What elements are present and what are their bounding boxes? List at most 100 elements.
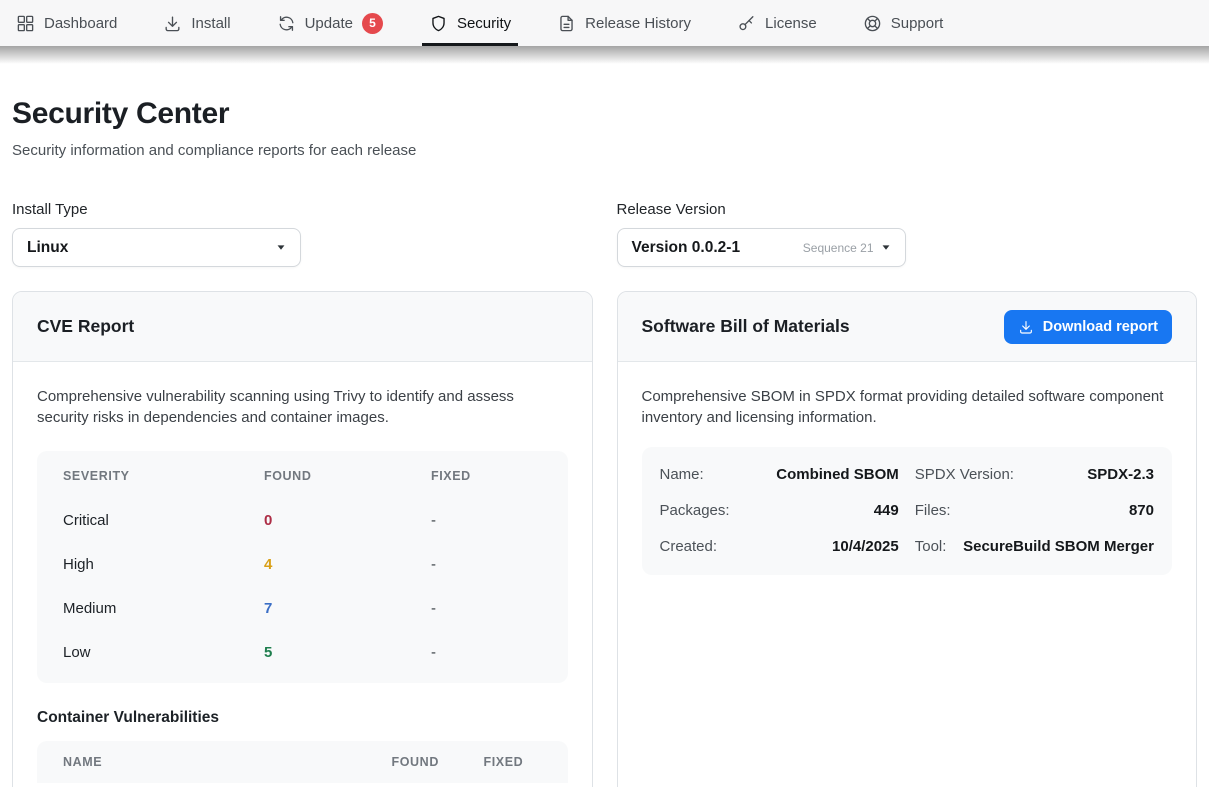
grid-icon [16, 14, 35, 33]
chevron-down-icon [276, 244, 286, 251]
sbom-card: Software Bill of Materials Download repo… [617, 291, 1198, 787]
sbom-info-value: 10/4/2025 [832, 538, 899, 555]
severity-row-critical: Critical0- [37, 499, 568, 543]
sbom-info-pair: Packages: 449 [660, 502, 899, 519]
release-version-label: Release Version [617, 201, 1198, 218]
fixed-count: - [431, 600, 542, 617]
severity-row-low: Low5- [37, 631, 568, 675]
download-report-label: Download report [1043, 319, 1158, 335]
found-count: 7 [264, 600, 431, 617]
found-count: 0 [264, 512, 431, 529]
nav-tab-label: Dashboard [44, 15, 117, 32]
severity-label: Low [63, 644, 264, 661]
sbom-info-value: 449 [874, 502, 899, 519]
sbom-info-pair: Tool: SecureBuild SBOM Merger [915, 538, 1154, 555]
install-type-select[interactable]: Linux [12, 228, 301, 267]
sbom-info-value: SecureBuild SBOM Merger [963, 538, 1154, 555]
container-vulnerabilities-table-header: NAMEFOUNDFIXED [37, 741, 568, 783]
download-icon [163, 14, 182, 33]
severity-table: SEVERITYFOUNDFIXEDCritical0-High4-Medium… [37, 451, 568, 683]
nav-tab-label: Install [191, 15, 230, 32]
container-vulnerabilities-title: Container Vulnerabilities [37, 709, 568, 727]
main-content: Security Center Security information and… [0, 97, 1209, 787]
file-text-icon [557, 14, 576, 33]
cve-card-title: CVE Report [37, 316, 134, 337]
nav-tab-label: Update [305, 15, 353, 32]
download-report-button[interactable]: Download report [1004, 310, 1172, 344]
sbom-info-label: Created: [660, 538, 718, 555]
fixed-count: - [431, 512, 542, 529]
nav-tab-list: Dashboard Install Update 5 Security Release H… [16, 0, 943, 46]
fixed-count: - [431, 556, 542, 573]
nav-tab-dashboard[interactable]: Dashboard [16, 0, 117, 46]
lifebuoy-icon [863, 14, 882, 33]
sbom-info-value: Combined SBOM [776, 466, 899, 483]
cards-row: CVE Report Comprehensive vulnerability s… [12, 291, 1197, 787]
sbom-info-label: SPDX Version: [915, 466, 1014, 483]
release-version-filter: Release Version Version 0.0.2-1 Sequence… [617, 201, 1198, 267]
cve-report-card: CVE Report Comprehensive vulnerability s… [12, 291, 593, 787]
cve-description: Comprehensive vulnerability scanning usi… [37, 386, 568, 429]
page-title: Security Center [12, 97, 1197, 131]
column-header: FOUND [392, 755, 484, 769]
page-subtitle: Security information and compliance repo… [12, 142, 1197, 159]
sbom-info-row: Name: Combined SBOM SPDX Version: SPDX-2.3 [660, 457, 1155, 493]
update-count-badge: 5 [362, 13, 383, 34]
column-header: SEVERITY [63, 469, 264, 483]
nav-tab-label: License [765, 15, 817, 32]
cve-card-body: Comprehensive vulnerability scanning usi… [13, 362, 592, 787]
sbom-info-row: Packages: 449 Files: 870 [660, 493, 1155, 529]
sbom-info-pair: SPDX Version: SPDX-2.3 [915, 466, 1154, 483]
nav-tab-label: Support [891, 15, 944, 32]
cve-card-header: CVE Report [13, 292, 592, 362]
sbom-info-pair: Name: Combined SBOM [660, 466, 899, 483]
release-version-value: Version 0.0.2-1 [632, 239, 741, 257]
install-type-label: Install Type [12, 201, 593, 218]
sbom-card-title: Software Bill of Materials [642, 316, 850, 337]
sbom-info-grid: Name: Combined SBOM SPDX Version: SPDX-2.3 P… [642, 447, 1173, 575]
severity-label: Critical [63, 512, 264, 529]
key-icon [737, 14, 756, 33]
severity-row-medium: Medium7- [37, 587, 568, 631]
column-header: FIXED [431, 469, 542, 483]
column-header: FOUND [264, 469, 431, 483]
sbom-info-value: 870 [1129, 502, 1154, 519]
nav-tab-label: Release History [585, 15, 691, 32]
sbom-info-pair: Created: 10/4/2025 [660, 538, 899, 555]
nav-scroll-shadow [0, 46, 1209, 64]
column-header: FIXED [484, 755, 542, 769]
sbom-info-label: Files: [915, 502, 951, 519]
release-version-select[interactable]: Version 0.0.2-1 Sequence 21 [617, 228, 906, 267]
nav-tab-update[interactable]: Update 5 [277, 0, 383, 46]
top-nav: Dashboard Install Update 5 Security Release H… [0, 0, 1209, 46]
chevron-down-icon [881, 244, 891, 251]
nav-tab-release-history[interactable]: Release History [557, 0, 691, 46]
nav-tab-license[interactable]: License [737, 0, 817, 46]
sbom-card-body: Comprehensive SBOM in SPDX format provid… [618, 362, 1197, 599]
nav-tab-label: Security [457, 15, 511, 32]
severity-label: High [63, 556, 264, 573]
severity-row-high: High4- [37, 543, 568, 587]
install-type-value: Linux [27, 239, 68, 257]
refresh-icon [277, 14, 296, 33]
sbom-info-value: SPDX-2.3 [1087, 466, 1154, 483]
severity-table-header: SEVERITYFOUNDFIXED [37, 453, 568, 499]
sbom-info-pair: Files: 870 [915, 502, 1154, 519]
sbom-info-label: Tool: [915, 538, 947, 555]
found-count: 5 [264, 644, 431, 661]
filters-row: Install Type Linux Release Version Versi… [12, 201, 1197, 267]
nav-tab-security[interactable]: Security [429, 0, 511, 46]
sbom-description: Comprehensive SBOM in SPDX format provid… [642, 386, 1173, 429]
install-type-filter: Install Type Linux [12, 201, 593, 267]
sbom-card-header: Software Bill of Materials Download repo… [618, 292, 1197, 362]
nav-tab-install[interactable]: Install [163, 0, 230, 46]
nav-tab-support[interactable]: Support [863, 0, 944, 46]
shield-icon [429, 14, 448, 33]
release-sequence-label: Sequence 21 [803, 241, 874, 255]
sbom-info-label: Packages: [660, 502, 730, 519]
severity-label: Medium [63, 600, 264, 617]
sbom-info-label: Name: [660, 466, 704, 483]
found-count: 4 [264, 556, 431, 573]
fixed-count: - [431, 644, 542, 661]
sbom-info-row: Created: 10/4/2025 Tool: SecureBuild SBOM M… [660, 529, 1155, 565]
